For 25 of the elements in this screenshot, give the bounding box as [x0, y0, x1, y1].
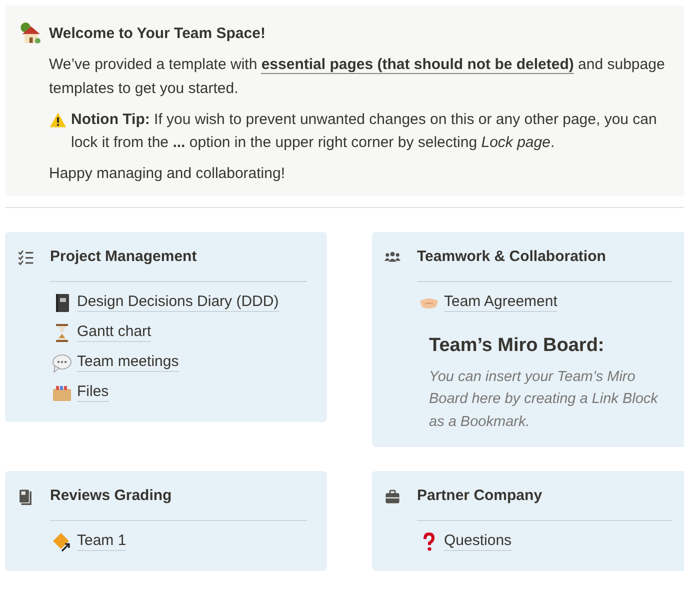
- card-title: Partner Company: [417, 486, 542, 506]
- briefcase-icon: [384, 488, 401, 506]
- card-title: Teamwork & Collaboration: [417, 247, 606, 267]
- warning-icon: [49, 110, 67, 129]
- essential-pages-link[interactable]: essential pages (that should not be deleted): [261, 56, 574, 74]
- page-link[interactable]: Gantt chart: [77, 323, 152, 342]
- page-link[interactable]: Team 1: [77, 532, 126, 552]
- shortcut-icon: [52, 532, 72, 552]
- tip-paragraph: Notion Tip: If you wish to prevent unwanted changes on this or any other page, you can lock it from the ... option in the upper right corner by selecting Lock page.: [71, 110, 658, 153]
- closing-text: Happy managing and collaborating!: [49, 164, 286, 184]
- page-link[interactable]: Team Agreement: [444, 293, 558, 312]
- card-title: Reviews Grading: [50, 486, 172, 506]
- page-link[interactable]: Questions: [444, 532, 512, 552]
- page-link[interactable]: Files: [77, 383, 109, 402]
- book-icon: [17, 488, 34, 506]
- card-title: Project Management: [50, 247, 197, 267]
- intro-paragraph: We’ve provided a template with essential pages (that should not be deleted) and subpage templates to get you started.: [49, 55, 666, 98]
- house-icon: [19, 22, 41, 44]
- checklist-icon: [17, 248, 34, 266]
- callout-title: Welcome to Your Team Space!: [49, 24, 266, 44]
- page-link[interactable]: Design Decisions Diary (DDD): [77, 293, 279, 312]
- hint-text: You can insert your Team’s Miro Board here by creating a Link Block as a Bookmark.: [429, 368, 660, 432]
- speech-bubble-icon: [52, 352, 72, 372]
- page-link[interactable]: Team meetings: [77, 353, 179, 372]
- section-heading: Team’s Miro Board:: [429, 334, 606, 358]
